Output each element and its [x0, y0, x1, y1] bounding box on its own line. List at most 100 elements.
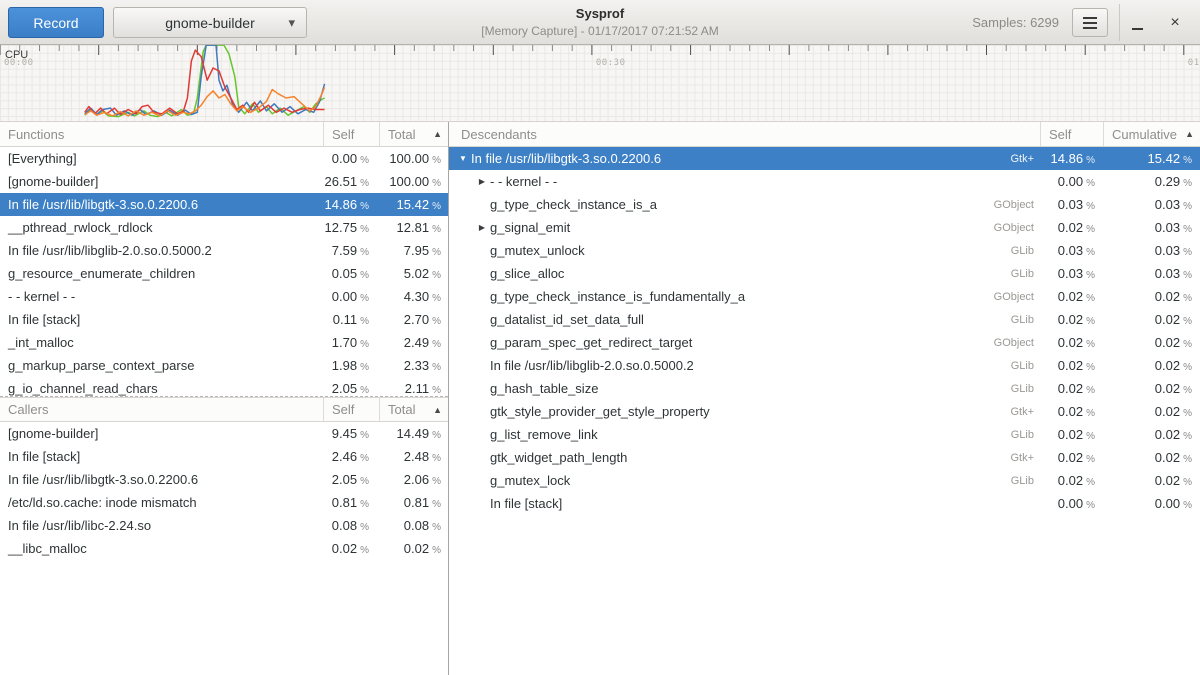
total-column-header[interactable]: Total ▲ [379, 122, 448, 146]
symbol-name: In file /usr/lib/libglib-2.0.so.0.5000.2 [0, 243, 323, 258]
table-row[interactable]: - - kernel - -0.00%4.30% [0, 285, 448, 308]
table-row[interactable]: In file /usr/lib/libgtk-3.so.0.2200.614.… [0, 193, 448, 216]
percent-sign: % [360, 201, 369, 212]
self-column-header[interactable]: Self [323, 398, 379, 421]
cumulative-value: 0.00% [1103, 496, 1200, 511]
symbol-name: In file /usr/lib/libc-2.24.so [0, 518, 323, 533]
percent-sign: % [360, 453, 369, 464]
functions-column-header[interactable]: Functions [0, 122, 323, 146]
symbol-name: In file /usr/lib/libgtk-3.so.0.2200.6 [471, 151, 661, 166]
percent-sign: % [1183, 247, 1192, 258]
percent-sign: % [1183, 155, 1192, 166]
percent-sign: % [432, 201, 441, 212]
tree-row[interactable]: g_slice_allocGLib0.03%0.03% [449, 262, 1200, 285]
time-tick-label: 00:00 [4, 58, 34, 68]
tree-row[interactable]: g_mutex_unlockGLib0.03%0.03% [449, 239, 1200, 262]
tree-row[interactable]: In file /usr/lib/libglib-2.0.so.0.5000.2… [449, 354, 1200, 377]
callers-column-header[interactable]: Callers [0, 398, 323, 421]
percent-sign: % [360, 247, 369, 258]
percent-sign: % [360, 545, 369, 556]
self-column-header[interactable]: Self [323, 122, 379, 146]
total-value: 100.00% [379, 174, 448, 189]
total-column-header[interactable]: Total ▲ [379, 398, 448, 421]
table-row[interactable]: __libc_malloc0.02%0.02% [0, 537, 448, 560]
percent-sign: % [1183, 385, 1192, 396]
table-row[interactable]: [gnome-builder]26.51%100.00% [0, 170, 448, 193]
sort-ascending-icon: ▲ [433, 129, 442, 139]
percent-sign: % [360, 316, 369, 327]
expanded-triangle-icon[interactable]: ▼ [455, 154, 471, 163]
cumulative-value: 0.02% [1103, 473, 1200, 488]
percent-sign: % [360, 522, 369, 533]
tree-row[interactable]: gtk_widget_path_lengthGtk+0.02%0.02% [449, 446, 1200, 469]
self-column-header[interactable]: Self [1040, 122, 1103, 146]
table-row[interactable]: __pthread_rwlock_rdlock12.75%12.81% [0, 216, 448, 239]
table-row[interactable]: In file [stack]2.46%2.48% [0, 445, 448, 468]
table-row[interactable]: [Everything]0.00%100.00% [0, 147, 448, 170]
tree-row[interactable]: g_hash_table_sizeGLib0.02%0.02% [449, 377, 1200, 400]
tree-row[interactable]: ▶g_signal_emitGObject0.02%0.03% [449, 216, 1200, 239]
symbol-name-cell: ▶- - kernel - - [449, 174, 1040, 189]
table-row[interactable]: In file /usr/lib/libgtk-3.so.0.2200.62.0… [0, 468, 448, 491]
tree-row[interactable]: g_mutex_lockGLib0.02%0.02% [449, 469, 1200, 492]
tree-row[interactable]: ▶- - kernel - -0.00%0.29% [449, 170, 1200, 193]
cpu-graph[interactable]: CPU 00:0000:3001:00 [0, 45, 1200, 122]
table-row[interactable]: [gnome-builder]9.45%14.49% [0, 422, 448, 445]
percent-sign: % [432, 155, 441, 166]
self-value: 0.00% [323, 151, 379, 166]
record-button[interactable]: Record [8, 7, 104, 38]
callers-table-header: Callers Self Total ▲ [0, 397, 448, 422]
minimize-button[interactable] [1122, 8, 1152, 37]
target-process-dropdown[interactable]: gnome-builder ▾ [113, 7, 307, 38]
percent-sign: % [1086, 224, 1095, 235]
self-value: 1.98% [323, 358, 379, 373]
collapsed-triangle-icon[interactable]: ▶ [474, 223, 490, 232]
self-value: 12.75% [323, 220, 379, 235]
percent-sign: % [432, 270, 441, 281]
library-badge: GLib [1003, 475, 1040, 487]
table-row[interactable]: /etc/ld.so.cache: inode mismatch0.81%0.8… [0, 491, 448, 514]
table-row[interactable]: _int_malloc1.70%2.49% [0, 331, 448, 354]
tree-row[interactable]: g_param_spec_get_redirect_targetGObject0… [449, 331, 1200, 354]
tree-row[interactable]: In file [stack]0.00%0.00% [449, 492, 1200, 515]
tree-row[interactable]: g_type_check_instance_is_fundamentally_a… [449, 285, 1200, 308]
cumulative-value: 0.03% [1103, 266, 1200, 281]
symbol-name-cell: In file /usr/lib/libglib-2.0.so.0.5000.2… [449, 358, 1040, 373]
symbol-name: In file /usr/lib/libgtk-3.so.0.2200.6 [0, 472, 323, 487]
total-value: 2.11% [379, 381, 448, 396]
menu-button[interactable] [1072, 8, 1108, 37]
table-row[interactable]: In file /usr/lib/libglib-2.0.so.0.5000.2… [0, 239, 448, 262]
table-row[interactable]: g_resource_enumerate_children0.05%5.02% [0, 262, 448, 285]
tree-row[interactable]: g_type_check_instance_is_aGObject0.03%0.… [449, 193, 1200, 216]
tree-row[interactable]: gtk_style_provider_get_style_propertyGtk… [449, 400, 1200, 423]
table-row[interactable]: g_markup_parse_context_parse1.98%2.33% [0, 354, 448, 377]
tree-row[interactable]: g_list_remove_linkGLib0.02%0.02% [449, 423, 1200, 446]
close-button[interactable]: × [1160, 8, 1190, 37]
table-row[interactable]: In file /usr/lib/libc-2.24.so0.08%0.08% [0, 514, 448, 537]
descendants-table-header: Descendants Self Cumulative ▲ [449, 122, 1200, 147]
percent-sign: % [1086, 201, 1095, 212]
descendants-tree-body: ▼In file /usr/lib/libgtk-3.so.0.2200.6Gt… [449, 147, 1200, 515]
tree-row[interactable]: g_datalist_id_set_data_fullGLib0.02%0.02… [449, 308, 1200, 331]
tree-row[interactable]: ▼In file /usr/lib/libgtk-3.so.0.2200.6Gt… [449, 147, 1200, 170]
library-badge: GObject [986, 337, 1040, 349]
percent-sign: % [432, 247, 441, 258]
library-badge: GLib [1003, 429, 1040, 441]
table-row[interactable]: g_io_channel_read_chars2.05%2.11% [0, 377, 448, 397]
percent-sign: % [1183, 500, 1192, 511]
percent-sign: % [1086, 385, 1095, 396]
functions-table-body: [Everything]0.00%100.00%[gnome-builder]2… [0, 147, 448, 397]
cumulative-column-header[interactable]: Cumulative ▲ [1103, 122, 1200, 146]
percent-sign: % [1183, 431, 1192, 442]
self-value: 14.86% [323, 197, 379, 212]
library-badge: GLib [1003, 314, 1040, 326]
total-value: 5.02% [379, 266, 448, 281]
library-badge: GObject [986, 291, 1040, 303]
symbol-name-cell: In file [stack] [449, 496, 1040, 511]
percent-sign: % [1183, 316, 1192, 327]
percent-sign: % [360, 499, 369, 510]
descendants-column-header[interactable]: Descendants [449, 122, 1040, 146]
collapsed-triangle-icon[interactable]: ▶ [474, 177, 490, 186]
percent-sign: % [360, 476, 369, 487]
table-row[interactable]: In file [stack]0.11%2.70% [0, 308, 448, 331]
